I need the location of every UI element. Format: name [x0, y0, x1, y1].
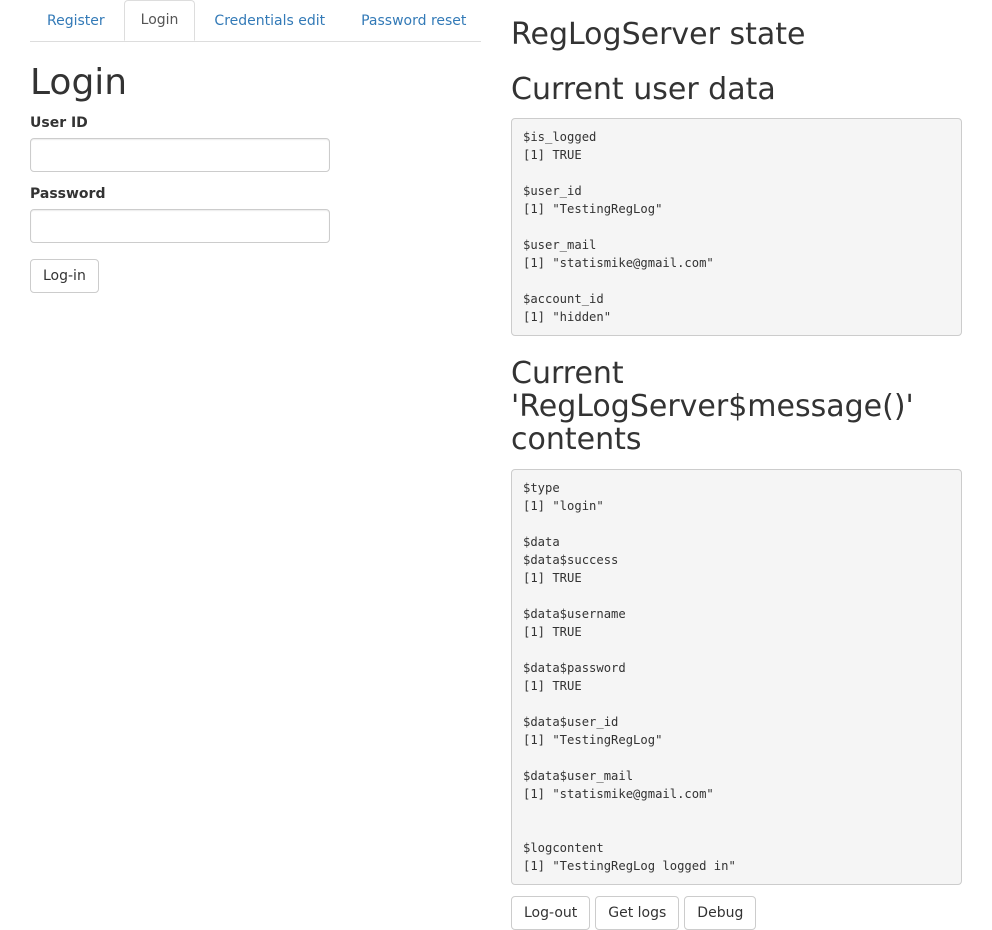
tab-password-reset[interactable]: Password reset: [344, 0, 483, 41]
password-input[interactable]: [30, 209, 330, 243]
state-title: RegLogServer state: [511, 17, 806, 52]
login-button[interactable]: Log-in: [30, 259, 99, 293]
tab-login[interactable]: Login: [123, 0, 196, 41]
user-id-input[interactable]: [30, 138, 330, 172]
user-id-label: User ID: [30, 115, 88, 131]
user-data-output: $is_logged [1] TRUE $user_id [1] "Testin…: [511, 118, 962, 336]
user-data-title: Current user data: [511, 72, 776, 107]
login-title: Login: [30, 62, 128, 103]
tab-credentials-edit[interactable]: Credentials edit: [197, 0, 342, 41]
tab-bar: Register Login Credentials edit Password…: [30, 0, 481, 42]
password-label: Password: [30, 186, 106, 202]
message-output: $type [1] "login" $data $data$success [1…: [511, 469, 962, 885]
tab-register[interactable]: Register: [30, 0, 122, 41]
right-panel: RegLogServer state Current user data $is…: [511, 0, 962, 930]
left-panel: Register Login Credentials edit Password…: [30, 0, 481, 293]
message-title: Current 'RegLogServer$message()' content…: [511, 356, 914, 457]
